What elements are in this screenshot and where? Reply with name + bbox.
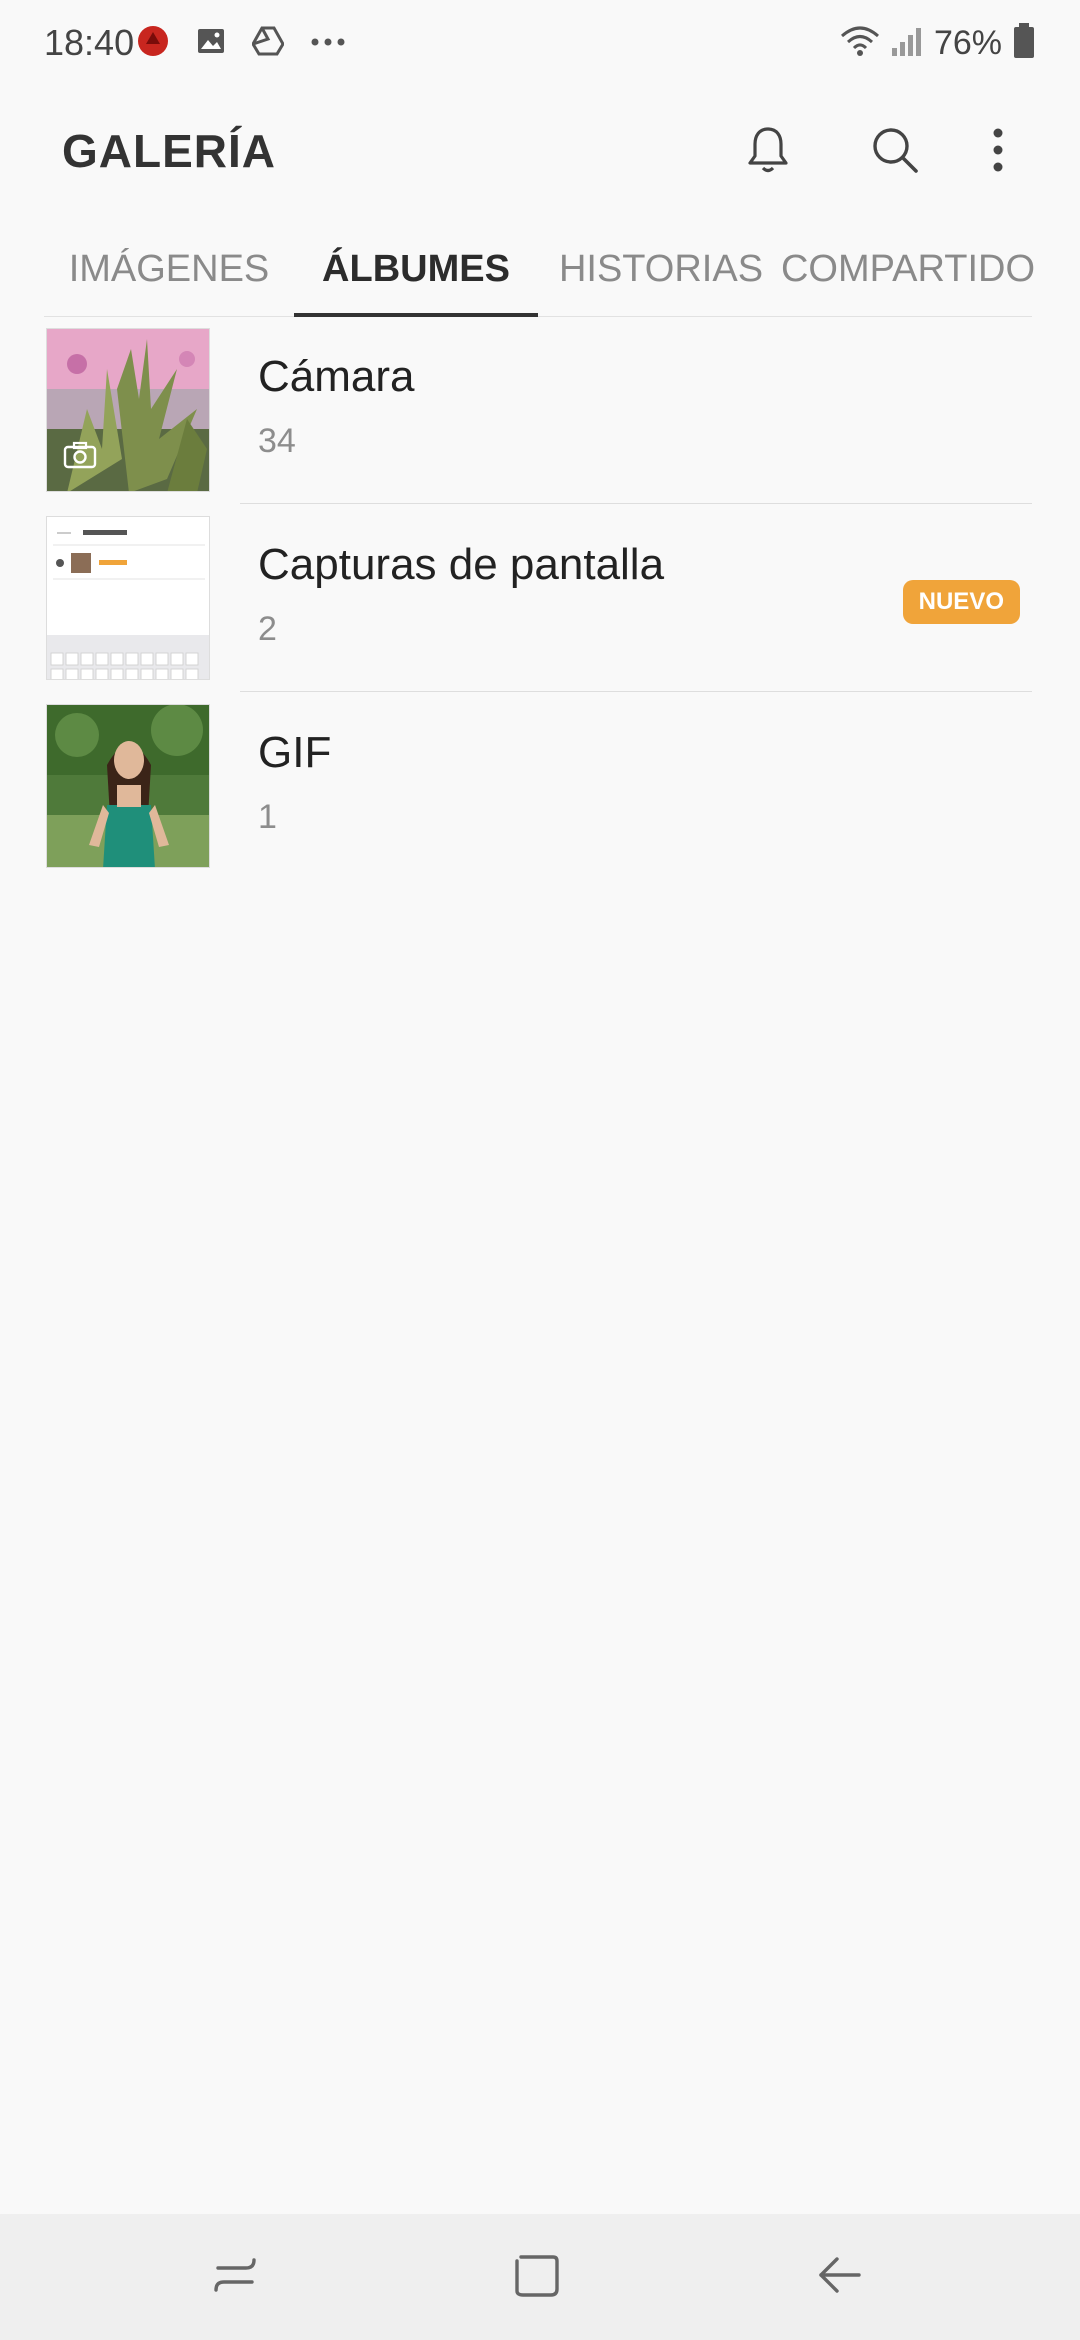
more-vert-icon [991,127,1005,178]
notifications-button[interactable] [736,120,800,184]
tab-historias[interactable]: HISTORIAS [538,222,784,316]
tab-bar: IMÁGENES ÁLBUMES HISTORIAS COMPARTIDO [44,222,1035,317]
back-icon [815,2251,863,2304]
status-icons-left [136,20,346,66]
page-title: GALERÍA [62,125,276,177]
album-name: GIF [258,728,332,777]
search-icon [870,125,920,180]
album-count: 1 [258,798,277,836]
battery-percentage: 76% [933,23,1002,62]
status-icons-right: 76% [840,20,1036,66]
home-icon [513,2251,561,2304]
notification-app-icon [136,24,170,63]
image-icon [196,26,226,61]
album-item-capturas[interactable]: Capturas de pantalla 2 NUEVO [46,516,1032,704]
tab-compartido[interactable]: COMPARTIDO [781,222,1035,316]
album-item-gif[interactable]: GIF 1 [46,704,1032,892]
recents-button[interactable] [200,2242,270,2312]
battery-icon [1012,22,1036,65]
back-button[interactable] [804,2242,874,2312]
drive-icon [251,26,285,61]
search-button[interactable] [863,120,927,184]
recents-icon [212,2252,258,2303]
album-thumbnail [46,704,210,868]
album-count: 34 [258,422,296,460]
new-badge: NUEVO [902,580,1020,624]
divider [240,503,1032,504]
album-count: 2 [258,610,277,648]
home-button[interactable] [502,2242,572,2312]
app-header: GALERÍA [0,100,1080,200]
wifi-icon [840,24,880,63]
signal-icon [890,24,924,63]
status-time: 18:40 [44,22,135,63]
divider [240,691,1032,692]
tab-imagenes[interactable]: IMÁGENES [44,222,294,316]
album-item-camara[interactable]: Cámara 34 [46,328,1032,516]
album-thumbnail [46,516,210,680]
more-dots-icon [310,34,346,52]
album-name: Cámara [258,352,415,401]
camera-icon [63,441,97,474]
tab-indicator [294,313,538,317]
album-name: Capturas de pantalla [258,540,665,589]
album-thumbnail [46,328,210,492]
bell-icon [745,125,791,180]
more-options-button[interactable] [966,120,1030,184]
system-nav-bar [0,2214,1080,2340]
status-bar: 18:40 76% [0,0,1080,86]
tab-albumes[interactable]: ÁLBUMES [294,222,538,316]
